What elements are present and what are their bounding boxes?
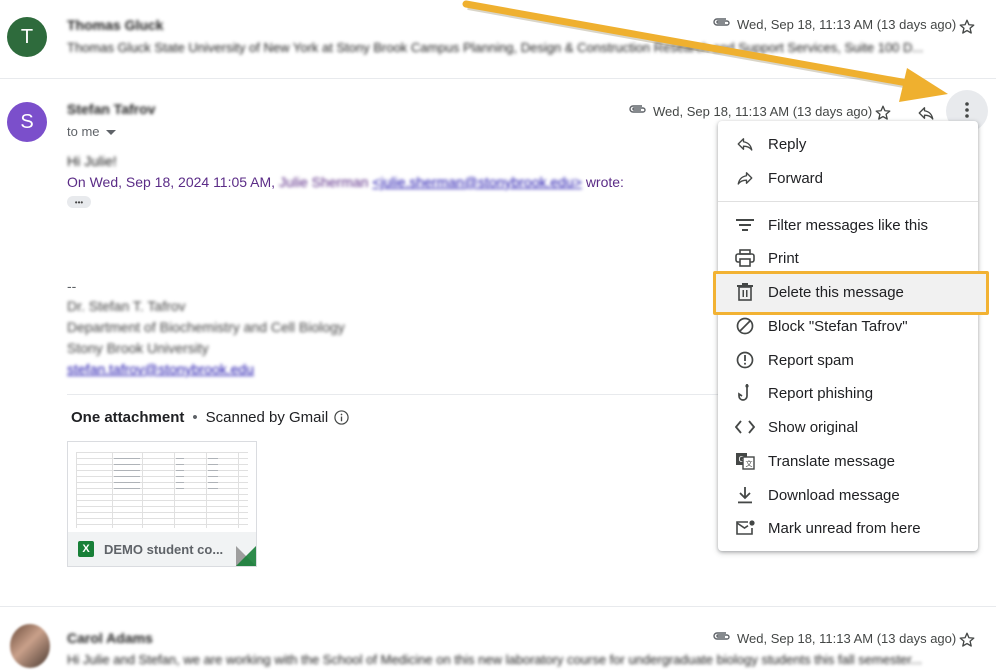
message-divider (0, 606, 996, 607)
bullet-separator: • (192, 409, 198, 426)
code-icon (733, 415, 757, 439)
star-icon[interactable] (955, 628, 979, 652)
menu-item-translate[interactable]: G文 Translate message (718, 444, 978, 478)
signature-name: Dr. Stefan T. Tafrov (67, 298, 186, 314)
quote-prefix: On Wed, Sep 18, 2024 11:05 AM, (67, 174, 276, 190)
menu-item-label: Download message (768, 486, 900, 504)
menu-item-block[interactable]: Block "Stefan Tafrov" (718, 309, 978, 343)
chevron-down-icon (105, 124, 116, 139)
reply-icon (733, 132, 757, 156)
quote-header: On Wed, Sep 18, 2024 11:05 AM, Julie She… (67, 174, 624, 190)
signature-department: Department of Biochemistry and Cell Biol… (67, 319, 345, 335)
info-icon[interactable] (334, 410, 349, 425)
phishing-icon (733, 381, 757, 405)
menu-item-mark-unread[interactable]: Mark unread from here (718, 511, 978, 545)
menu-item-label: Mark unread from here (768, 519, 921, 537)
attachment-paperclip-icon (711, 629, 731, 646)
recipient-label: to me (67, 124, 100, 139)
signature-email-link[interactable]: stefan.tafrov@stonybrook.edu (67, 361, 254, 377)
message-snippet[interactable]: Hi Julie and Stefan, we are working with… (67, 652, 967, 667)
block-icon (733, 314, 757, 338)
svg-text:文: 文 (746, 459, 753, 468)
spam-icon (733, 348, 757, 372)
attachment-count: One attachment (71, 409, 185, 426)
sender-name[interactable]: Thomas Gluck (67, 17, 163, 33)
menu-item-label: Report phishing (768, 384, 874, 402)
menu-item-label: Show original (768, 418, 859, 436)
message-divider (0, 78, 996, 79)
attachment-card[interactable]: X DEMO student co... (67, 441, 257, 567)
signature-dash: -- (67, 278, 77, 294)
message-date: Wed, Sep 18, 11:13 AM (13 days ago) (653, 104, 873, 119)
download-icon (733, 483, 757, 507)
quote-suffix: wrote: (585, 174, 624, 190)
forward-icon (733, 166, 757, 190)
menu-item-label: Translate message (768, 452, 896, 470)
menu-item-delete[interactable]: Delete this message (718, 275, 978, 309)
show-trimmed-content-button[interactable]: ••• (67, 196, 91, 208)
translate-icon: G文 (733, 449, 757, 473)
trash-icon (733, 280, 757, 304)
menu-item-reply[interactable]: Reply (718, 127, 978, 161)
menu-item-download[interactable]: Download message (718, 478, 978, 512)
quote-name: Julie Sherman (278, 174, 369, 190)
mark-unread-icon (733, 516, 757, 540)
menu-item-filter[interactable]: Filter messages like this (718, 208, 978, 242)
quote-email-link[interactable]: <julie.sherman@stonybrook.edu> (372, 174, 582, 190)
avatar[interactable]: T (7, 17, 47, 57)
menu-separator (718, 201, 978, 202)
menu-item-forward[interactable]: Forward (718, 161, 978, 195)
attachments-header: One attachment • Scanned by Gmail (71, 409, 349, 426)
message-date: Wed, Sep 18, 11:13 AM (13 days ago) (737, 17, 957, 32)
menu-item-label: Reply (768, 135, 807, 153)
more-vert-icon (965, 101, 969, 121)
greeting: Hi Julie! (67, 153, 117, 169)
message-snippet[interactable]: Thomas Gluck State University of New Yor… (67, 40, 977, 55)
message-date: Wed, Sep 18, 11:13 AM (13 days ago) (737, 631, 957, 646)
sender-name[interactable]: Stefan Tafrov (67, 101, 155, 117)
attachment-paperclip-icon (627, 102, 647, 119)
menu-item-label: Delete this message (768, 283, 904, 301)
menu-item-report-phishing[interactable]: Report phishing (718, 376, 978, 410)
sender-name[interactable]: Carol Adams (67, 630, 153, 646)
signature-university: Stony Brook University (67, 340, 209, 356)
attachment-paperclip-icon (711, 15, 731, 32)
menu-item-label: Block "Stefan Tafrov" (768, 317, 908, 335)
menu-item-report-spam[interactable]: Report spam (718, 343, 978, 377)
avatar[interactable]: S (7, 102, 47, 142)
avatar[interactable] (10, 624, 50, 668)
menu-item-label: Report spam (768, 351, 854, 369)
menu-item-label: Filter messages like this (768, 216, 929, 234)
menu-item-label: Print (768, 249, 799, 267)
menu-item-show-original[interactable]: Show original (718, 410, 978, 444)
recipient-toggle[interactable]: to me (67, 124, 116, 139)
scanned-by-label: Scanned by Gmail (205, 409, 329, 426)
print-icon (733, 246, 757, 270)
spreadsheet-preview (68, 442, 256, 534)
star-icon[interactable] (955, 15, 979, 39)
filter-icon (733, 213, 757, 237)
attachment-footer: X DEMO student co... (68, 532, 256, 566)
excel-file-icon: X (78, 541, 94, 557)
menu-item-print[interactable]: Print (718, 241, 978, 275)
menu-item-label: Forward (768, 169, 824, 187)
attachment-filename[interactable]: DEMO student co... (104, 542, 223, 557)
